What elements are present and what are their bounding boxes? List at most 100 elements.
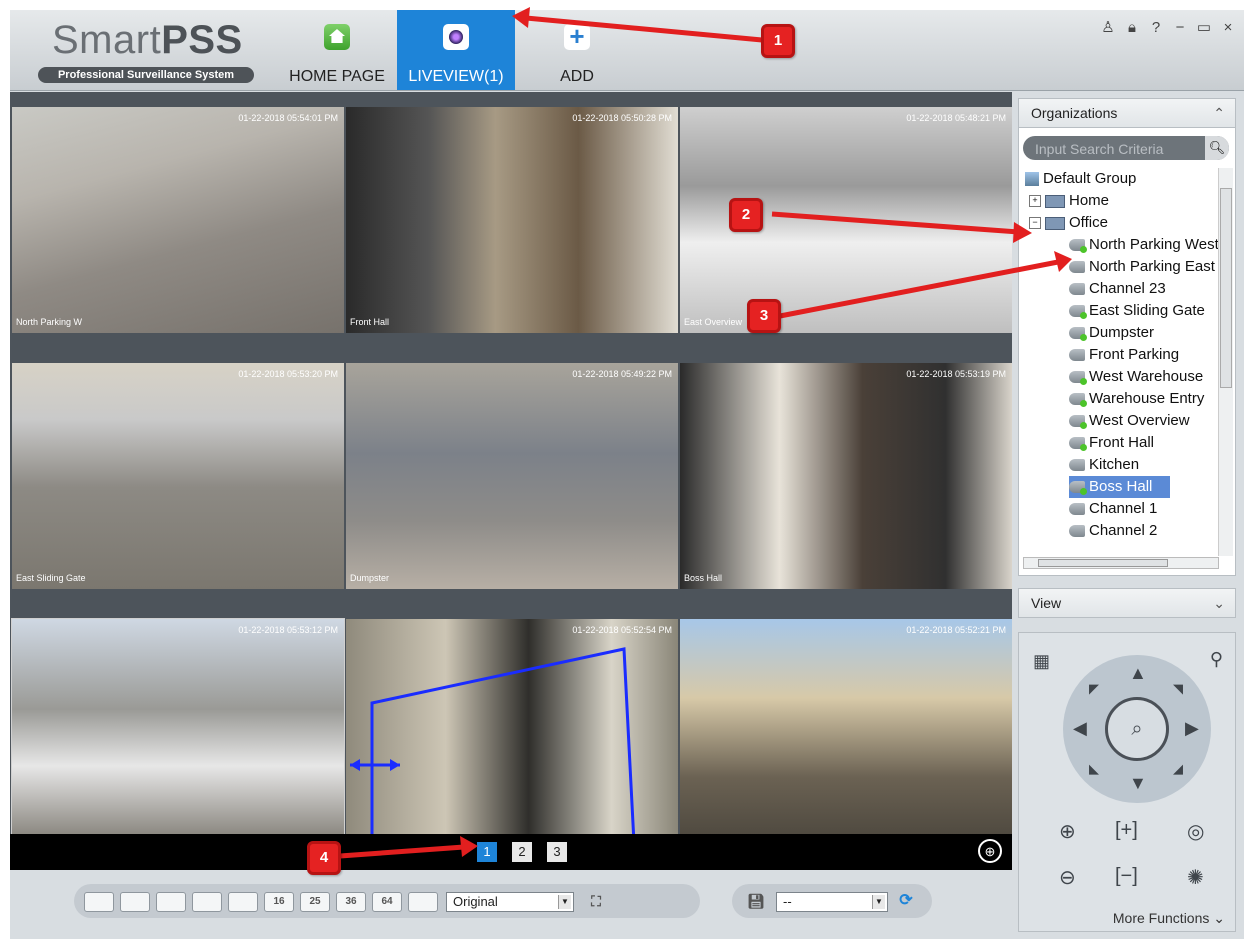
grid-menu-icon[interactable]: ▦ <box>1033 651 1050 672</box>
video-cell[interactable]: 01-22-2018 05:53:12 PM <box>11 618 345 846</box>
camera-icon <box>1069 481 1087 496</box>
video-cell[interactable]: 01-22-2018 05:50:28 PM Front Hall <box>346 107 678 333</box>
layout-1-button[interactable] <box>84 892 114 912</box>
arrow-up-right-icon[interactable]: ◥ <box>1173 681 1183 697</box>
tree-camera-item[interactable]: North Parking West <box>1069 234 1219 256</box>
zoom-area-icon[interactable]: ⌕ <box>1105 697 1169 761</box>
video-cell[interactable]: 01-22-2018 05:54:01 PM North Parking W <box>12 107 344 333</box>
arrow-down-left-icon[interactable]: ◣ <box>1089 761 1099 777</box>
page-3-button[interactable]: 3 <box>547 842 567 862</box>
chevron-down-icon: ⌄ <box>1213 595 1225 611</box>
tree-camera-item[interactable]: Channel 2 <box>1069 520 1157 542</box>
tree-camera-item[interactable]: Channel 1 <box>1069 498 1157 520</box>
organizations-tree-box: 🔍︎ Default Group+ Home − Office North Parkin… <box>1018 128 1236 576</box>
app-logo: SmartPSS Professional Surveillance Syste… <box>36 18 261 83</box>
layout-64-button[interactable]: 64 <box>372 892 402 912</box>
layout-36-button[interactable]: 36 <box>336 892 366 912</box>
layout-4-button[interactable] <box>120 892 150 912</box>
expand-icon[interactable]: + <box>1029 195 1041 208</box>
arrow-right-icon[interactable]: ▶ <box>1185 718 1199 739</box>
video-cell[interactable]: 01-22-2018 05:52:21 PM <box>680 619 1012 845</box>
close-icon[interactable]: × <box>1216 19 1240 36</box>
page-2-button[interactable]: 2 <box>512 842 532 862</box>
help-icon[interactable]: ? <box>1144 19 1168 36</box>
chevron-down-icon: ▼ <box>558 895 571 909</box>
vertical-scrollbar[interactable] <box>1218 168 1233 556</box>
arrow-down-right-icon[interactable]: ◢ <box>1173 761 1183 777</box>
arrow-down-icon[interactable]: ▼ <box>1129 773 1147 794</box>
tree-item-label: West Warehouse <box>1089 368 1204 385</box>
fullscreen-icon[interactable]: ⛶ <box>584 892 608 912</box>
home-icon <box>324 24 350 50</box>
tree-camera-item[interactable]: Front Parking <box>1069 344 1179 366</box>
video-cell[interactable]: 01-22-2018 05:49:22 PM Dumpster <box>346 363 678 589</box>
zoom-in-icon[interactable]: ⊕ <box>1059 819 1076 844</box>
tree-item-label: Channel 23 <box>1089 280 1166 297</box>
tree-camera-item[interactable]: Warehouse Entry <box>1069 388 1204 410</box>
arrow-left-icon[interactable]: ◀ <box>1073 718 1087 739</box>
tab-home-page[interactable]: HOME PAGE <box>278 10 396 90</box>
layout-16-button[interactable]: 16 <box>264 892 294 912</box>
bottom-toolbar: 16 25 36 64 Original ▼ ⛶ 💾︎ -- ▼ ⟳ <box>10 870 1012 939</box>
layout-9-button[interactable] <box>228 892 258 912</box>
scroll-thumb[interactable] <box>1038 559 1168 567</box>
user-icon[interactable]: ♙ <box>1096 18 1120 36</box>
camera-icon <box>1069 349 1085 362</box>
view-header[interactable]: View ⌄ <box>1018 588 1236 618</box>
tree-camera-item[interactable]: West Overview <box>1069 410 1190 432</box>
tree-camera-item[interactable]: Channel 23 <box>1069 278 1166 300</box>
tree-item-label: North Parking West <box>1089 236 1219 253</box>
camera-icon <box>1069 437 1087 452</box>
page-1-button[interactable]: 1 <box>477 842 497 862</box>
layout-25-button[interactable]: 25 <box>300 892 330 912</box>
tree-camera-item[interactable]: Dumpster <box>1069 322 1154 344</box>
tree-camera-item[interactable]: West Warehouse <box>1069 366 1203 388</box>
camera-icon <box>1069 239 1087 254</box>
video-cell[interactable]: 01-22-2018 05:52:54 PM <box>346 619 678 845</box>
tree-item-label: West Overview <box>1089 412 1190 429</box>
save-view-icon[interactable]: 💾︎ <box>744 892 768 912</box>
tab-add[interactable]: + ADD <box>518 10 636 90</box>
layout-8-button[interactable] <box>192 892 222 912</box>
tab-liveview[interactable]: LIVEVIEW(1) <box>397 10 515 90</box>
stream-mode-select[interactable]: Original ▼ <box>446 892 574 912</box>
video-cell[interactable]: 01-22-2018 05:53:19 PM Boss Hall <box>680 363 1012 589</box>
tree-camera-item[interactable]: Kitchen <box>1069 454 1139 476</box>
horizontal-scrollbar[interactable] <box>1023 557 1219 569</box>
refresh-icon[interactable]: ⟳ <box>894 892 918 912</box>
ptz-lock-icon[interactable]: ⚲ <box>1210 649 1223 670</box>
camera-icon <box>1069 283 1085 296</box>
search-icon[interactable]: 🔍︎ <box>1205 136 1229 160</box>
tree-node-item[interactable]: + Home <box>1029 190 1109 212</box>
pin-icon[interactable]: ⊕ <box>978 839 1002 863</box>
tree-camera-item[interactable]: North Parking East <box>1069 256 1215 278</box>
minimize-icon[interactable]: − <box>1168 19 1192 36</box>
layout-6-button[interactable] <box>156 892 186 912</box>
collapse-icon[interactable]: − <box>1029 217 1041 230</box>
more-functions-button[interactable]: More Functions ⌄ <box>1113 910 1225 927</box>
tree-node-item[interactable]: − Office <box>1029 212 1108 234</box>
scroll-thumb[interactable] <box>1220 188 1232 388</box>
maximize-icon[interactable]: ▭ <box>1192 18 1216 36</box>
tree-item-label: Front Parking <box>1089 346 1180 363</box>
camera-icon <box>1069 503 1085 516</box>
video-cell[interactable]: 01-22-2018 05:53:20 PM East Sliding Gate <box>12 363 344 589</box>
view-select[interactable]: -- ▼ <box>776 892 888 912</box>
tree-camera-item[interactable]: East Sliding Gate <box>1069 300 1205 322</box>
arrow-up-left-icon[interactable]: ◤ <box>1089 681 1099 697</box>
arrow-up-icon[interactable]: ▲ <box>1129 663 1147 684</box>
ptz-direction-pad[interactable]: ▲ ▼ ◀ ▶ ◤ ◥ ◣ ◢ ⌕ <box>1063 655 1211 803</box>
focus-near-icon[interactable]: [+] <box>1115 819 1138 842</box>
zoom-out-icon[interactable]: ⊖ <box>1059 865 1076 890</box>
tree-camera-item[interactable]: Front Hall <box>1069 432 1154 454</box>
iris-close-icon[interactable]: ✺ <box>1187 865 1204 890</box>
tree-camera-item[interactable]: Boss Hall <box>1069 476 1171 498</box>
tree-node-item[interactable]: Default Group <box>1025 168 1136 190</box>
lock-icon[interactable]: 🔒︎ <box>1120 19 1144 36</box>
organizations-header[interactable]: Organizations ⌃ <box>1018 98 1236 128</box>
search-input[interactable] <box>1033 139 1197 159</box>
iris-open-icon[interactable]: ◎ <box>1187 819 1204 844</box>
custom-layout-button[interactable] <box>408 892 438 912</box>
focus-far-icon[interactable]: [−] <box>1115 865 1138 888</box>
tab-label: ADD <box>560 68 594 85</box>
